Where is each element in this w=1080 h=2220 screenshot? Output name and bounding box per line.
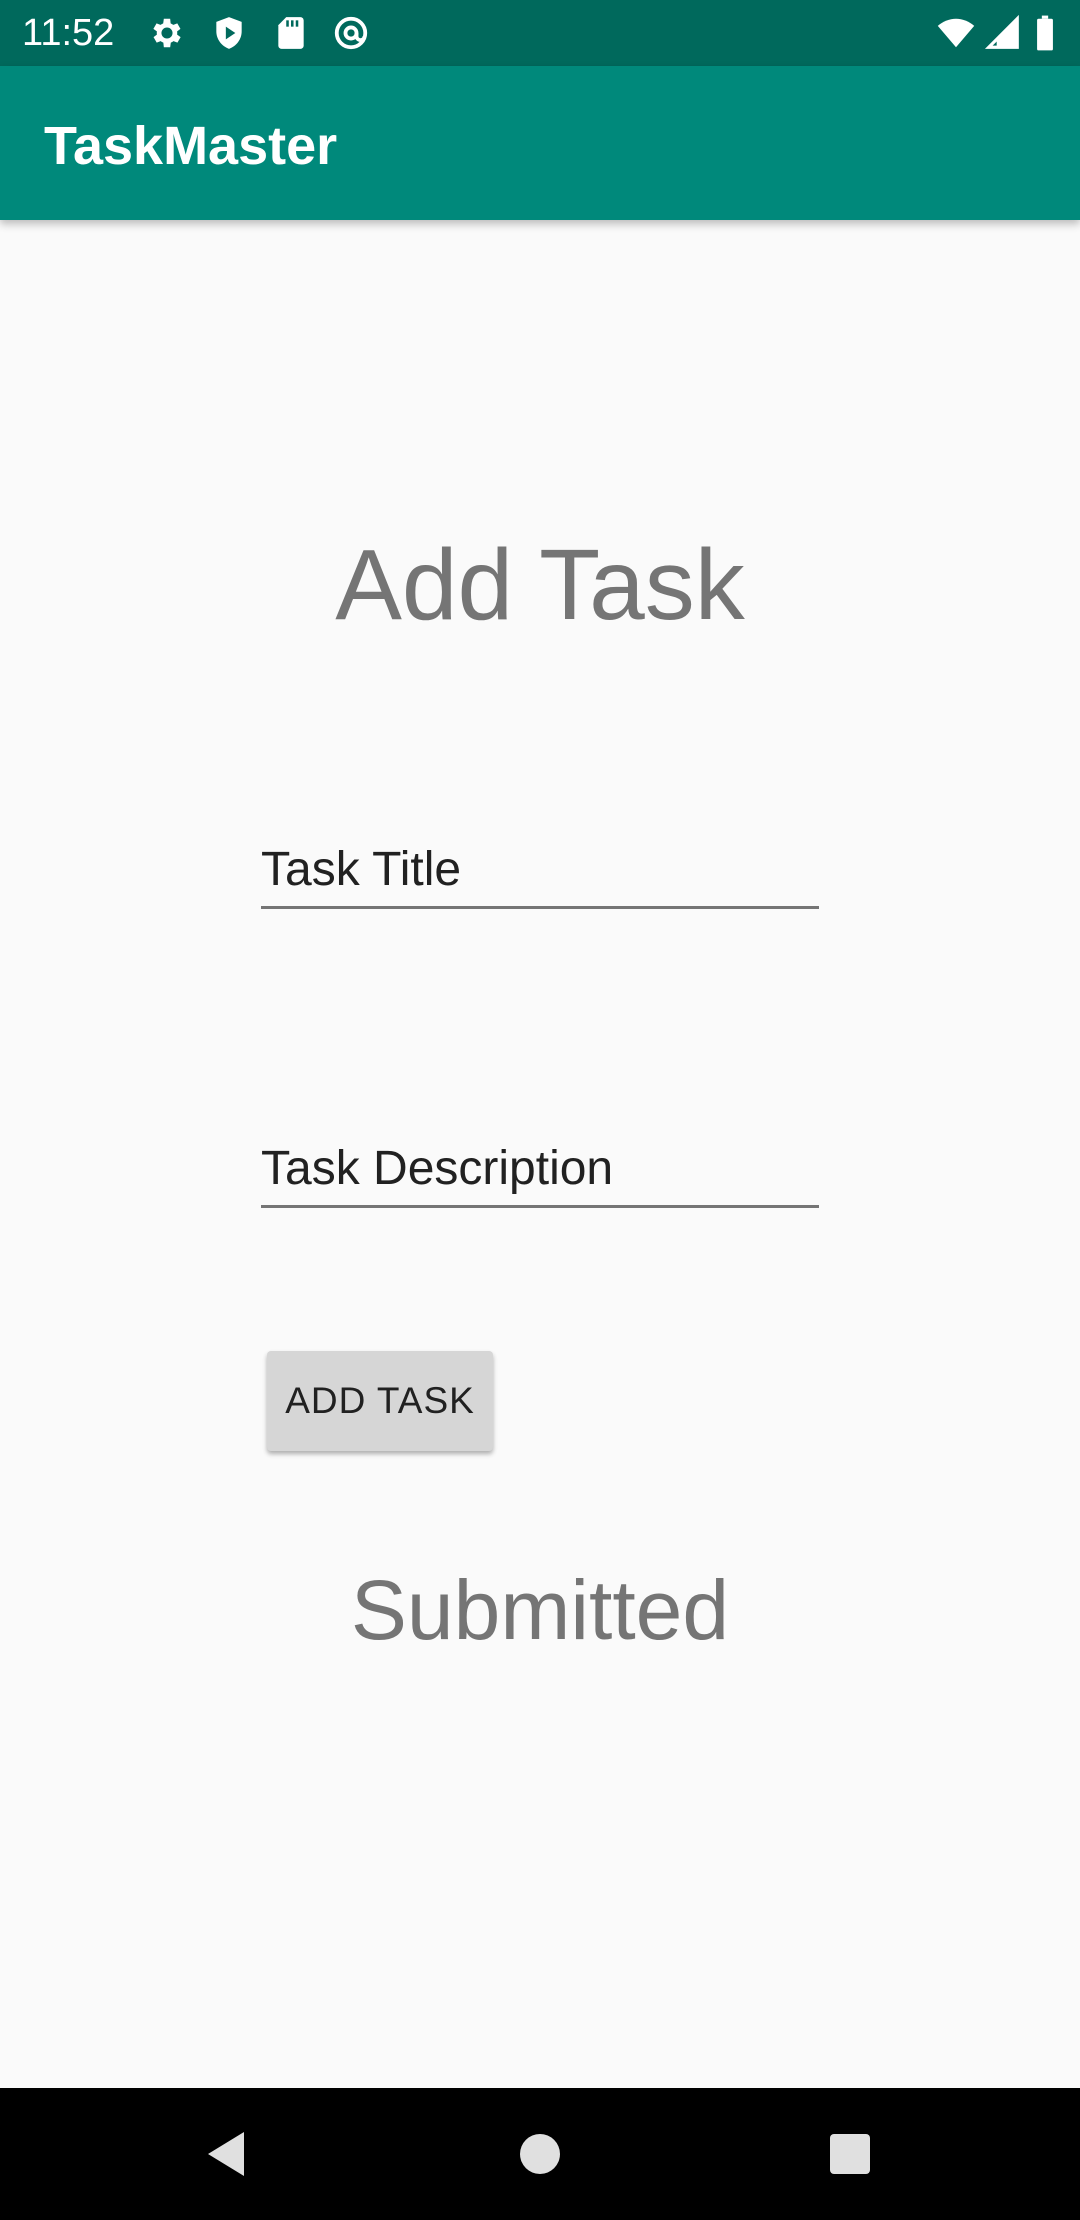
recents-icon[interactable] bbox=[770, 2088, 930, 2220]
settings-icon bbox=[148, 14, 186, 52]
task-description-input-text: Task Description bbox=[261, 1142, 614, 1195]
screen: 11:52 TaskMaster Add Task Task Title Tas… bbox=[0, 0, 1080, 2220]
sd-card-icon bbox=[272, 14, 310, 52]
page-heading: Add Task bbox=[335, 529, 745, 641]
task-title-input-text: Task Title bbox=[261, 843, 462, 896]
task-description-input[interactable]: Task Description bbox=[261, 1143, 819, 1208]
status-bar: 11:52 bbox=[0, 0, 1080, 66]
add-task-button[interactable]: ADD TASK bbox=[267, 1351, 493, 1451]
app-title: TaskMaster bbox=[44, 116, 338, 176]
shield-icon bbox=[210, 14, 248, 52]
navigation-bar bbox=[0, 2088, 1080, 2220]
cell-signal-icon bbox=[984, 14, 1022, 52]
battery-icon bbox=[1030, 14, 1060, 52]
app-bar: TaskMaster bbox=[0, 66, 1080, 220]
back-icon[interactable] bbox=[146, 2088, 306, 2220]
status-time: 11:52 bbox=[22, 12, 115, 54]
wifi-icon bbox=[934, 14, 978, 52]
submission-status: Submitted bbox=[350, 1563, 730, 1657]
at-sign-icon bbox=[332, 14, 370, 52]
task-title-input[interactable]: Task Title bbox=[261, 844, 819, 909]
home-icon[interactable] bbox=[460, 2088, 620, 2220]
